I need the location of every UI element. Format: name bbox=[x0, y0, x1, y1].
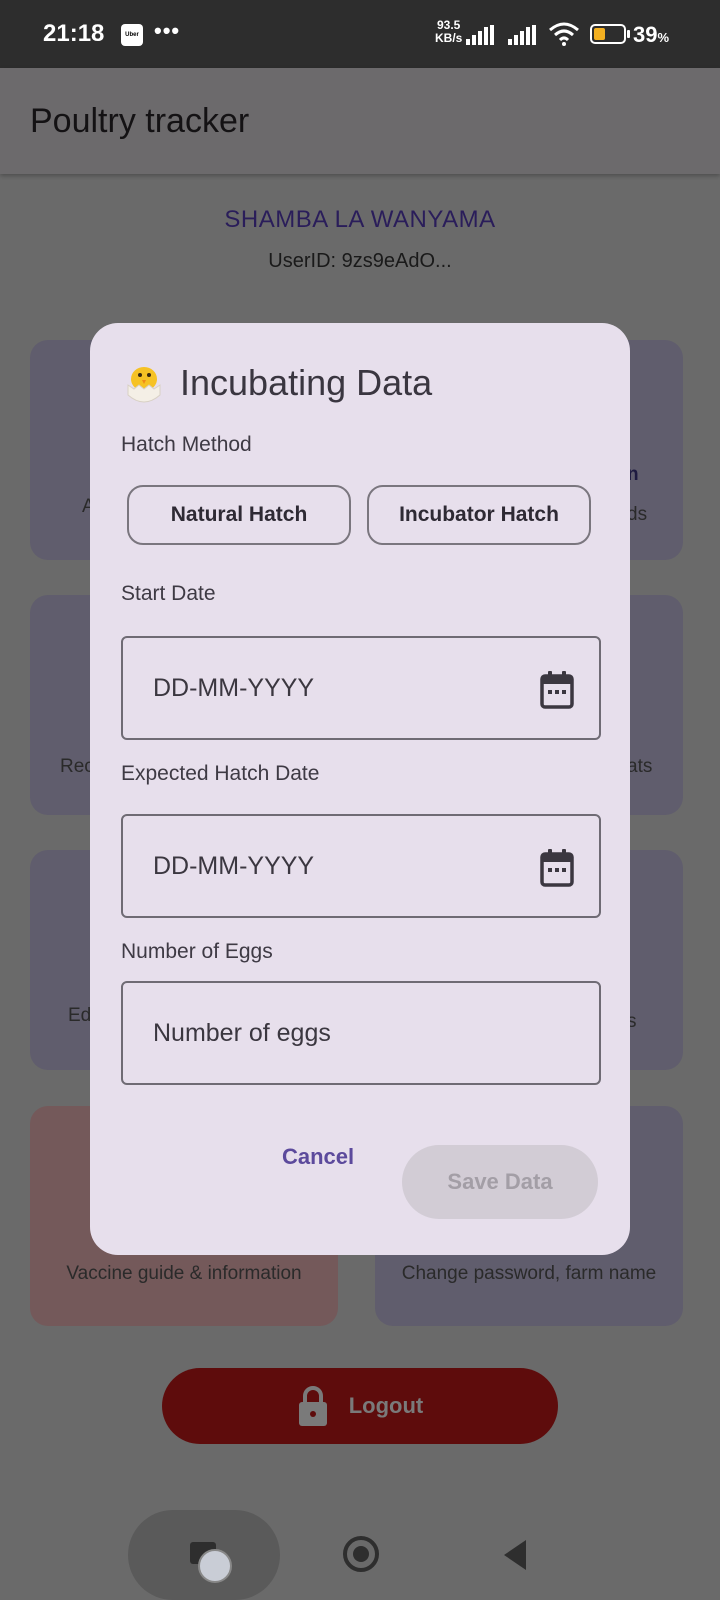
calendar-icon[interactable] bbox=[539, 848, 575, 888]
card-text-fragment: Ed bbox=[68, 1005, 92, 1026]
network-speed-unit: KB/s bbox=[435, 31, 463, 45]
natural-hatch-button[interactable]: Natural Hatch bbox=[127, 485, 351, 545]
system-nav-bar bbox=[0, 1500, 720, 1600]
recents-icon bbox=[190, 1542, 232, 1583]
number-of-eggs-field[interactable]: Number of eggs bbox=[121, 981, 601, 1085]
status-bar: 21:18 Uber ••• 93.5 KB/s 39% bbox=[0, 0, 720, 68]
wifi-icon bbox=[549, 22, 579, 46]
page-title: Poultry tracker bbox=[30, 102, 250, 140]
status-time: 21:18 bbox=[43, 20, 105, 47]
card-text-fragment: Rec bbox=[60, 756, 94, 777]
network-speed: 93.5 KB/s bbox=[435, 19, 462, 45]
incubating-data-dialog: Incubating Data Hatch Method Natural Hat… bbox=[90, 323, 630, 1255]
signal-icon bbox=[466, 25, 494, 45]
battery-level bbox=[594, 28, 605, 40]
uber-notification-icon: Uber bbox=[121, 24, 143, 46]
number-of-eggs-placeholder: Number of eggs bbox=[153, 1019, 331, 1047]
calendar-icon[interactable] bbox=[539, 670, 575, 710]
settings-card-description: Change password, farm name bbox=[401, 1263, 657, 1284]
expected-hatch-date-field[interactable]: DD-MM-YYYY bbox=[121, 814, 601, 918]
battery-tip bbox=[627, 30, 630, 38]
back-icon[interactable] bbox=[500, 1538, 530, 1572]
battery-percent-suffix: % bbox=[657, 30, 670, 45]
card-text-fragment: ds bbox=[627, 504, 648, 525]
vaccine-card-description: Vaccine guide & information bbox=[66, 1263, 302, 1284]
battery-icon bbox=[590, 24, 626, 44]
user-id: UserID: 9zs9eAdO... bbox=[268, 250, 452, 272]
start-date-placeholder: DD-MM-YYYY bbox=[153, 674, 315, 702]
battery-percent: 39% bbox=[633, 22, 669, 48]
incubator-hatch-button[interactable]: Incubator Hatch bbox=[367, 485, 591, 545]
signal-icon-2 bbox=[508, 25, 536, 45]
start-date-label: Start Date bbox=[121, 582, 216, 605]
logout-label: Logout bbox=[348, 1393, 424, 1418]
battery-percent-value: 39 bbox=[633, 22, 658, 47]
app-bar: Poultry tracker bbox=[0, 68, 720, 174]
card-text-fragment: ats bbox=[627, 756, 653, 777]
save-data-button[interactable]: Save Data bbox=[402, 1145, 598, 1219]
expected-hatch-date-placeholder: DD-MM-YYYY bbox=[153, 852, 315, 880]
expected-hatch-date-label: Expected Hatch Date bbox=[121, 762, 320, 785]
number-of-eggs-label: Number of Eggs bbox=[121, 940, 273, 963]
hatching-chick-icon bbox=[127, 367, 161, 403]
logout-button[interactable]: Logout bbox=[162, 1368, 558, 1444]
recents-button[interactable] bbox=[128, 1510, 280, 1600]
farm-name: SHAMBA LA WANYAMA bbox=[224, 206, 496, 233]
dialog-title: Incubating Data bbox=[180, 362, 433, 403]
more-notifications-icon: ••• bbox=[154, 18, 181, 43]
lock-icon bbox=[298, 1386, 327, 1426]
start-date-field[interactable]: DD-MM-YYYY bbox=[121, 636, 601, 740]
cancel-button[interactable]: Cancel bbox=[282, 1144, 354, 1170]
home-icon[interactable] bbox=[342, 1535, 380, 1573]
dialog-header: Incubating Data bbox=[122, 361, 432, 405]
hatch-method-label: Hatch Method bbox=[121, 433, 252, 456]
